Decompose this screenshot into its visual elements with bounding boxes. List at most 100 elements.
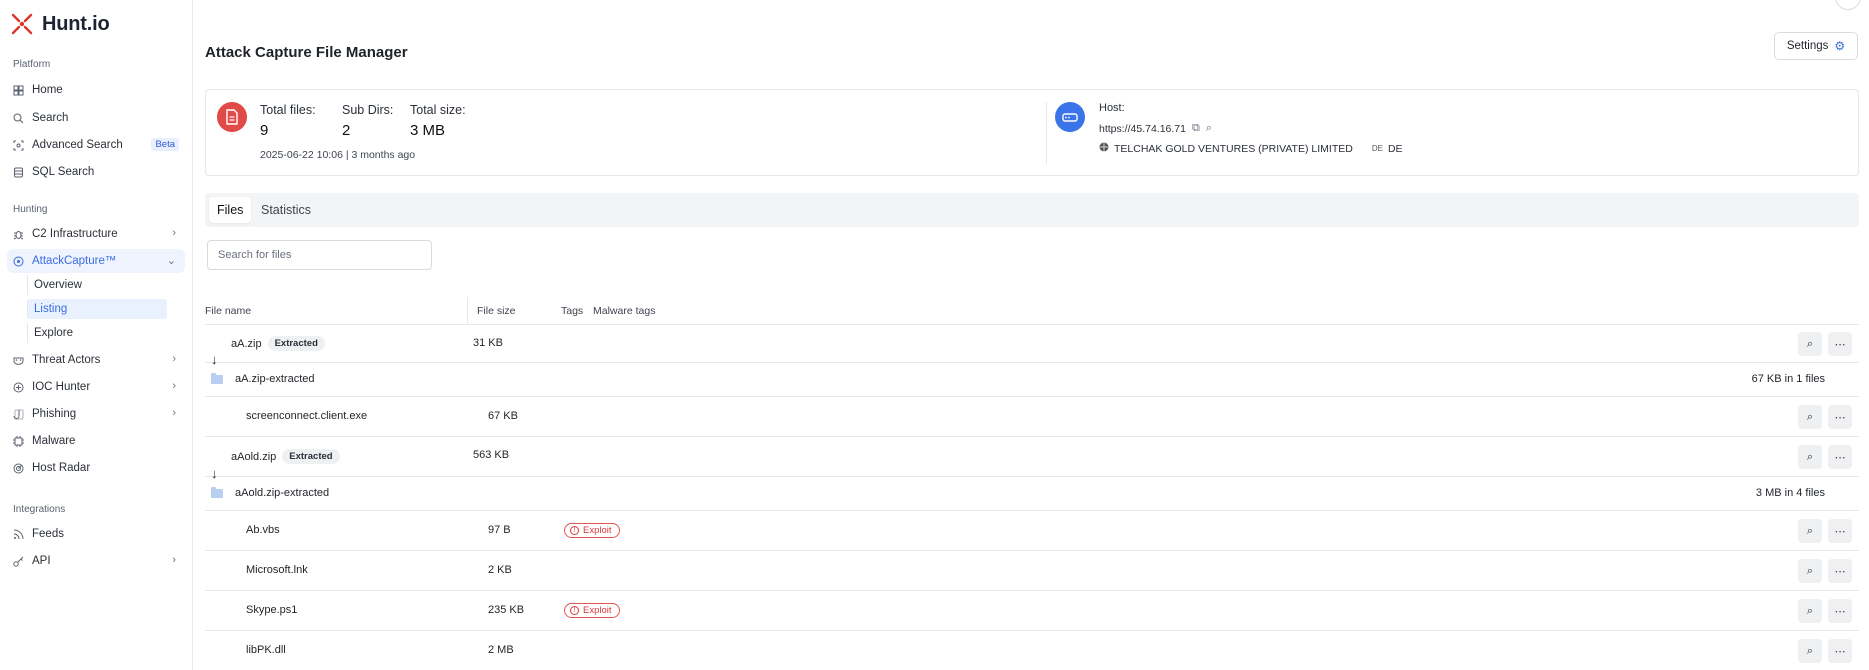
host-country: DE xyxy=(1387,142,1403,155)
folder-name[interactable]: aAold.zip-extracted xyxy=(235,487,329,499)
table-row[interactable]: aAold.zip Extracted 563 KB ⌕ ⋯ xyxy=(205,437,1859,477)
sidebar-subitem-label: Overview xyxy=(34,279,82,291)
file-name[interactable]: screenconnect.client.exe xyxy=(246,410,367,422)
tab-statistics[interactable]: Statistics xyxy=(253,197,319,223)
file-table: File name File size Tags Malware tags aA… xyxy=(205,297,1859,670)
search-icon: ⌕ xyxy=(1806,337,1814,350)
table-row[interactable]: screenconnect.client.exe 67 KB ⌕ ⋯ xyxy=(205,397,1859,437)
exploit-tag[interactable]: ! Exploit xyxy=(564,523,620,538)
table-row[interactable]: Microsoft.lnk 2 KB ⌕ ⋯ xyxy=(205,551,1859,591)
total-size-label: Total size: xyxy=(410,103,466,117)
ellipsis-icon: ⋯ xyxy=(1834,645,1846,658)
sidebar-item-api[interactable]: API › xyxy=(7,549,185,573)
inspect-button[interactable]: ⌕ xyxy=(1798,519,1822,543)
sidebar-item-label: Feeds xyxy=(32,528,64,540)
more-options-button[interactable]: ⋯ xyxy=(1828,599,1852,623)
exploit-tag[interactable]: ! Exploit xyxy=(564,603,620,618)
sidebar-item-label: AttackCapture™ xyxy=(32,255,117,267)
mask-icon xyxy=(13,355,24,366)
sidebar-item-advanced-search[interactable]: Advanced Search Beta xyxy=(7,133,185,157)
inspect-button[interactable]: ⌕ xyxy=(1798,559,1822,583)
table-row[interactable]: libPK.dll 2 MB ⌕ ⋯ xyxy=(205,631,1859,670)
table-row-folder[interactable]: ↓ aA.zip-extracted 67 KB in 1 files xyxy=(205,352,1859,397)
total-size-value: 3 MB xyxy=(410,122,446,139)
sidebar-item-phishing[interactable]: Phishing › xyxy=(7,402,185,426)
settings-button[interactable]: Settings ⚙ xyxy=(1774,32,1858,60)
sidebar-item-feeds[interactable]: Feeds xyxy=(7,522,185,546)
inspect-button[interactable]: ⌕ xyxy=(1798,405,1822,429)
file-name-cell: aAold.zip Extracted xyxy=(231,449,340,464)
file-name[interactable]: Skype.ps1 xyxy=(246,604,297,616)
host-label: Host: xyxy=(1099,102,1125,114)
table-row[interactable]: aA.zip Extracted 31 KB ⌕ ⋯ xyxy=(205,325,1859,363)
file-size: 2 KB xyxy=(488,564,512,576)
file-name[interactable]: libPK.dll xyxy=(246,644,286,656)
sidebar-item-label: Threat Actors xyxy=(32,354,101,366)
exploit-tag-label: Exploit xyxy=(583,525,612,536)
search-icon: ⌕ xyxy=(1806,564,1814,577)
ellipsis-icon: ⋯ xyxy=(1834,525,1846,538)
file-name[interactable]: aA.zip xyxy=(231,338,262,350)
copy-icon[interactable]: ⧉ xyxy=(1192,122,1200,135)
more-options-button[interactable]: ⋯ xyxy=(1828,519,1852,543)
search-icon xyxy=(13,113,24,124)
sidebar-subitem-explore[interactable]: Explore xyxy=(27,323,167,343)
more-options-button[interactable]: ⋯ xyxy=(1828,559,1852,583)
search-icon[interactable]: ⌕ xyxy=(1206,122,1212,135)
more-options-button[interactable]: ⋯ xyxy=(1828,639,1852,663)
host-url[interactable]: https://45.74.16.71 xyxy=(1099,123,1186,135)
capture-date: 2025-06-22 10:06 | 3 months ago xyxy=(260,149,416,161)
sidebar-item-c2-infrastructure[interactable]: C2 Infrastructure › xyxy=(7,222,185,246)
tab-files[interactable]: Files xyxy=(209,197,252,223)
database-icon xyxy=(13,167,24,178)
search-files-input[interactable] xyxy=(207,240,432,270)
col-header-file-size[interactable]: File size xyxy=(477,305,516,317)
more-options-button[interactable]: ⋯ xyxy=(1828,332,1852,356)
sidebar-item-host-radar[interactable]: Host Radar xyxy=(7,456,185,480)
table-row-folder[interactable]: ↓ aAold.zip-extracted 3 MB in 4 files xyxy=(205,466,1859,511)
file-size: 97 B xyxy=(488,524,511,536)
folder-summary: 3 MB in 4 files xyxy=(1755,487,1825,499)
sidebar-item-attackcapture[interactable]: AttackCapture™ ⌄ xyxy=(7,249,185,273)
inspect-button[interactable]: ⌕ xyxy=(1798,445,1822,469)
table-row[interactable]: Ab.vbs 97 B ! Exploit ⌕ ⋯ xyxy=(205,511,1859,551)
table-row[interactable]: Skype.ps1 235 KB ! Exploit ⌕ ⋯ xyxy=(205,591,1859,631)
folder-icon xyxy=(211,372,223,384)
sidebar-subitem-listing[interactable]: Listing xyxy=(27,299,167,319)
sidebar: Hunt.io Platform Home Search Advanced Se… xyxy=(0,0,193,670)
total-files-value: 9 xyxy=(260,122,269,139)
more-options-button[interactable]: ⋯ xyxy=(1828,445,1852,469)
sidebar-item-ioc-hunter[interactable]: IOC Hunter › xyxy=(7,375,185,399)
col-header-file-name[interactable]: File name xyxy=(205,305,251,317)
chevron-right-icon: › xyxy=(172,380,176,392)
inspect-button[interactable]: ⌕ xyxy=(1798,599,1822,623)
folder-name[interactable]: aA.zip-extracted xyxy=(235,373,314,385)
file-name[interactable]: aAold.zip xyxy=(231,451,276,463)
target-icon xyxy=(13,382,24,393)
arrow-down-icon: ↓ xyxy=(211,466,218,481)
rss-icon xyxy=(13,529,24,540)
file-name[interactable]: Ab.vbs xyxy=(246,524,280,536)
col-header-tags[interactable]: Tags xyxy=(561,305,583,317)
sidebar-item-malware[interactable]: Malware xyxy=(7,429,185,453)
user-avatar[interactable] xyxy=(1835,0,1861,10)
col-header-malware-tags[interactable]: Malware tags xyxy=(593,305,655,317)
column-divider[interactable] xyxy=(467,297,468,325)
beta-badge: Beta xyxy=(151,138,179,151)
inspect-button[interactable]: ⌕ xyxy=(1798,639,1822,663)
sidebar-item-sql-search[interactable]: SQL Search xyxy=(7,160,185,184)
more-options-button[interactable]: ⋯ xyxy=(1828,405,1852,429)
sidebar-item-threat-actors[interactable]: Threat Actors › xyxy=(7,348,185,372)
sidebar-item-home[interactable]: Home xyxy=(7,78,185,102)
total-files-label: Total files: xyxy=(260,103,316,117)
alert-icon: ! xyxy=(570,606,579,615)
sub-dirs-label: Sub Dirs: xyxy=(342,103,394,117)
brand-logo[interactable]: Hunt.io xyxy=(10,12,110,36)
inspect-button[interactable]: ⌕ xyxy=(1798,332,1822,356)
sub-dirs-value: 2 xyxy=(342,122,351,139)
sidebar-item-search[interactable]: Search xyxy=(7,106,185,130)
chevron-right-icon: › xyxy=(172,554,176,566)
file-name[interactable]: Microsoft.lnk xyxy=(246,564,308,576)
search-icon: ⌕ xyxy=(1806,604,1814,617)
sidebar-subitem-overview[interactable]: Overview xyxy=(27,275,167,295)
